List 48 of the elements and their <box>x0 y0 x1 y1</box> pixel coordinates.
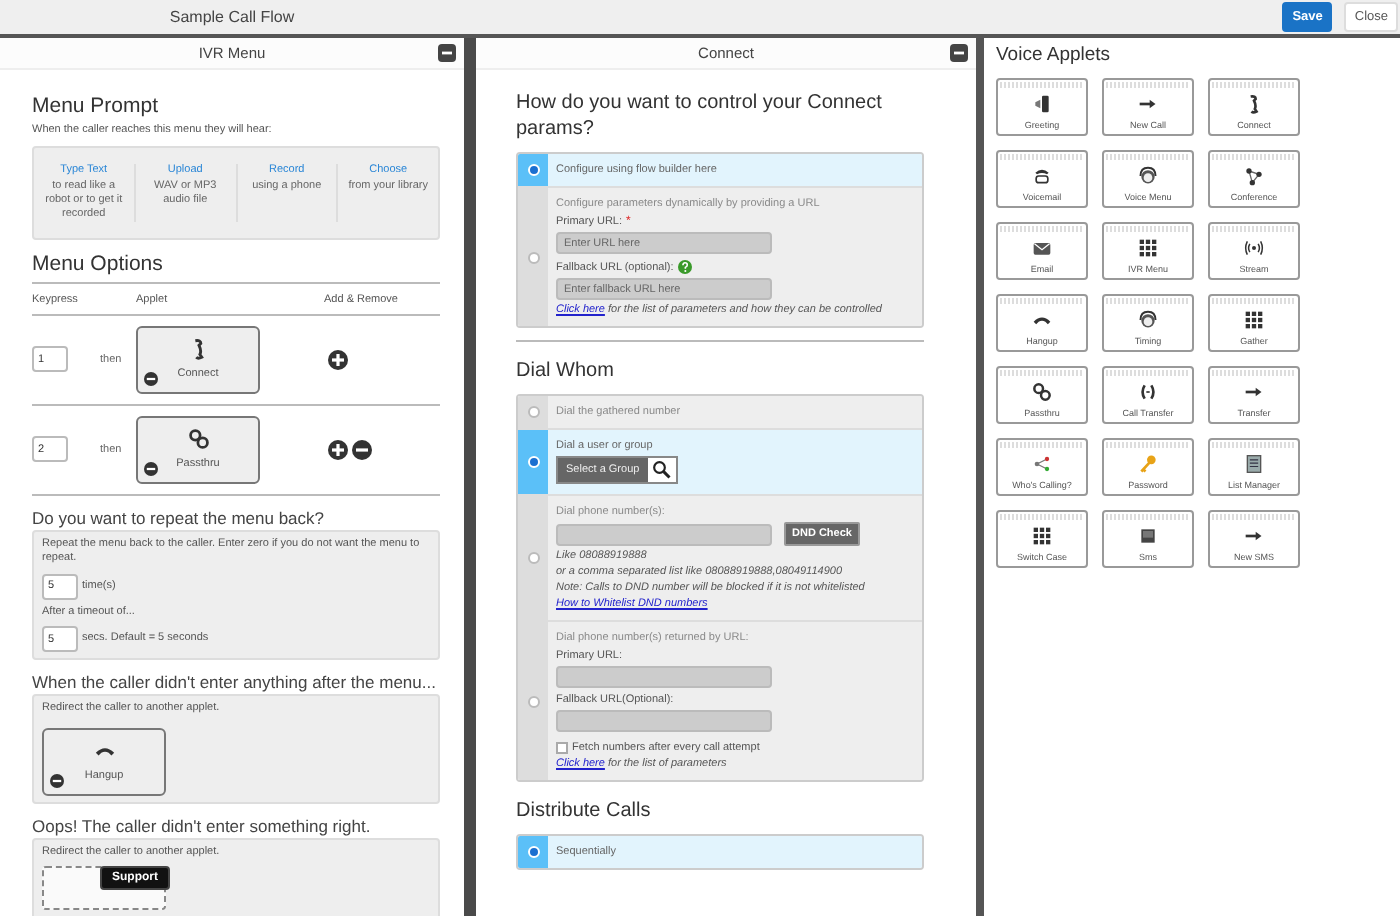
search-icon <box>651 460 672 480</box>
keypad-icon <box>1032 526 1052 546</box>
device-icon <box>1138 526 1158 546</box>
envelope-icon <box>1032 238 1052 258</box>
section-heading: Oops! The caller didn't enter something right. <box>32 815 373 836</box>
radio-button[interactable] <box>527 251 539 263</box>
remove-icon[interactable] <box>144 371 158 386</box>
add-icon[interactable] <box>328 439 348 460</box>
add-icon[interactable] <box>328 349 348 370</box>
section-heading: Do you want to repeat the menu back? <box>32 507 327 528</box>
telephone-icon <box>1032 166 1052 186</box>
speaker-icon <box>1032 94 1052 114</box>
document-icon <box>1244 454 1264 474</box>
help-icon[interactable] <box>677 260 692 274</box>
section-heading: When the caller didn't enter anything after the menu... <box>32 672 438 693</box>
remove-icon[interactable] <box>144 461 158 476</box>
headset-icon <box>1138 310 1158 330</box>
arrow-icon <box>1244 526 1264 546</box>
share-icon <box>1032 454 1052 474</box>
signal-waves-icon <box>1244 238 1264 258</box>
radio-button[interactable] <box>527 406 539 418</box>
network-icon <box>1244 166 1264 186</box>
section-heading: Menu Prompt <box>32 94 161 118</box>
minus-icon[interactable] <box>437 44 456 62</box>
radio-button[interactable] <box>527 695 539 707</box>
keypad-icon <box>1244 310 1264 330</box>
arrow-icon <box>1138 94 1158 114</box>
checkbox[interactable] <box>556 742 568 754</box>
headset-icon <box>1138 166 1158 186</box>
section-heading: How do you want to control your Connect params? <box>516 90 884 142</box>
input-field[interactable] <box>556 710 772 732</box>
section-heading: Menu Options <box>32 251 440 284</box>
radio-button[interactable] <box>527 552 539 564</box>
arrow-icon <box>1244 382 1264 402</box>
search-button[interactable] <box>647 458 676 482</box>
keypad-icon <box>1138 238 1158 258</box>
minus-icon[interactable] <box>950 44 968 62</box>
window-title: Sample Call Flow <box>167 8 297 26</box>
key-icon <box>1138 454 1158 474</box>
section-heading: Distribute Calls <box>516 798 653 824</box>
input-field[interactable] <box>556 523 772 545</box>
remove-icon[interactable] <box>50 773 64 788</box>
section-heading: Voice Applets <box>996 44 1113 66</box>
section-heading: Dial Whom <box>516 358 616 384</box>
chain-link-icon <box>1032 382 1052 402</box>
chain-link-icon <box>187 428 209 451</box>
remove-icon[interactable] <box>352 439 372 460</box>
input-field[interactable] <box>556 666 772 688</box>
